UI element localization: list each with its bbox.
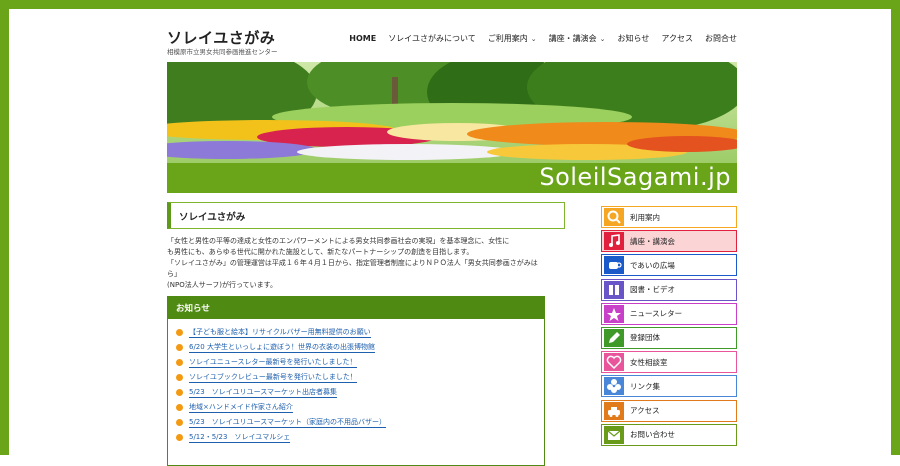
bullet-icon [176,329,183,336]
hero-banner: SoleilSagami.jp [167,62,737,193]
bullet-icon [176,344,183,351]
side-menu-label: 講座・講演会 [630,236,675,246]
flower-icon [604,377,624,396]
site-container: ソレイユさがみ 相模原市立男女共同参画推進センター HOME ソレイユさがみについ… [167,0,737,466]
news-link[interactable]: 6/20 大学生といっしょに遊ぼう！世界の衣装の出張博物館 [189,343,375,353]
nav-item[interactable]: お問合せ [705,33,737,44]
side-menu-item[interactable]: 図書・ビデオ [601,278,737,301]
news-box: お知らせ 【子ども服と絵本】リサイクルバザー用無料提供のお願い 6/20 大学生と… [167,296,545,466]
news-item: ソレイユニュースレター最新号を発行いたしました！ [176,355,544,370]
bullet-icon [176,434,183,441]
bullet-icon [176,389,183,396]
chevron-down-icon: ⌄ [530,34,537,43]
star-icon [604,304,624,323]
mail-icon [604,425,624,444]
news-list: 【子ども服と絵本】リサイクルバザー用無料提供のお願い 6/20 大学生といっしょに… [168,325,544,445]
nav-item-label: ソレイユさがみについて [388,34,476,43]
site-subtitle: 相模原市立男女共同参画推進センター [167,48,278,56]
news-link[interactable]: 地域×ハンドメイド作家さん紹介 [189,403,293,413]
bullet-icon [176,359,183,366]
car-icon [604,401,624,420]
coffee-cup-icon [604,256,624,275]
side-menu-label: 女性相談室 [630,357,668,367]
nav-item[interactable]: 講座・講演会 ⌄ [549,33,606,44]
side-menu-item[interactable]: であいの広場 [601,254,737,277]
library-icon [604,280,624,299]
news-item: 【子ども服と絵本】リサイクルバザー用無料提供のお願い [176,325,544,340]
nav-item-label: ご利用案内 [487,34,528,43]
news-item: 5/12・5/23 ソレイユマルシェ [176,430,544,445]
search-icon [604,208,624,226]
music-note-icon [604,232,624,251]
side-menu-item[interactable]: 利用案内 [601,206,737,228]
nav-item-label: HOME [349,34,377,43]
news-item: 6/20 大学生といっしょに遊ぼう！世界の衣装の出張博物館 [176,340,544,355]
site-title[interactable]: ソレイユさがみ [167,27,275,48]
side-menu-item[interactable]: アクセス [601,399,737,422]
side-menu-item[interactable]: リンク集 [601,375,737,398]
news-link[interactable]: 5/23 ソレイユリユースマーケット出店者募集 [189,388,338,398]
side-menu-item[interactable]: ニュースレター [601,302,737,325]
side-menu: 利用案内講座・講演会 であいの広場 図書・ビデオ ニュースレター 登録団体女性相談室リン… [601,206,737,448]
intro-text: 「女性と男性の平等の達成と女性のエンパワーメントによる男女共同参画社会の実現」を… [167,236,547,291]
news-link[interactable]: 5/12・5/23 ソレイユマルシェ [189,433,291,443]
page-title: ソレイユさがみ [167,202,565,229]
bullet-icon [176,404,183,411]
side-menu-label: 利用案内 [630,212,660,222]
news-item: 地域×ハンドメイド作家さん紹介 [176,400,544,415]
side-menu-item[interactable]: 講座・講演会 [601,230,737,253]
nav-item[interactable]: お知らせ [618,33,650,44]
news-link[interactable]: ソレイユブックレビュー最新号を発行いたしました！ [189,373,357,383]
nav-item[interactable]: ご利用案内 ⌄ [488,33,537,44]
side-menu-item[interactable]: お問い合わせ [601,423,737,446]
nav-item[interactable]: ソレイユさがみについて [388,33,476,44]
news-link[interactable]: ソレイユニュースレター最新号を発行いたしました！ [189,358,357,368]
nav-item[interactable]: HOME [349,33,376,44]
bullet-icon [176,419,183,426]
intro-line: 「ソレイユさがみ」の管理運営は平成１６年４月１日から、指定管理者制度によりＮＰＯ… [167,259,538,278]
pencil-icon [604,328,624,347]
nav-item-label: お問合せ [705,34,737,43]
hero-brand-text: SoleilSagami.jp [539,163,731,191]
main-content: ソレイユさがみ 「女性と男性の平等の達成と女性のエンパワーメントによる男女共同参… [167,202,565,466]
side-menu-item[interactable]: 女性相談室 [601,351,737,374]
nav-item[interactable]: アクセス [661,33,693,44]
heart-icon [604,353,624,372]
nav-item-label: 講座・講演会 [548,34,597,43]
side-menu-label: 図書・ビデオ [630,285,675,295]
news-link[interactable]: 5/23 ソレイユリユースマーケット（家庭内の不用品バザー） [189,418,387,428]
intro-line: も男性にも、あらゆる世代に開かれた施設として、新たなパートナーシップの創造を目指… [167,248,474,256]
nav-item-label: お知らせ [617,34,650,43]
news-title: お知らせ [168,297,544,319]
news-item: 5/23 ソレイユリユースマーケット（家庭内の不用品バザー） [176,415,544,430]
chevron-down-icon: ⌄ [599,34,606,43]
side-menu-label: 登録団体 [630,333,660,343]
news-link[interactable]: 【子ども服と絵本】リサイクルバザー用無料提供のお願い [189,328,371,338]
side-menu-label: アクセス [630,406,660,415]
bullet-icon [176,374,183,381]
main-nav: HOME ソレイユさがみについて ご利用案内 ⌄ 講座・講演会 ⌄ お知らせ アクセス お問合せ [337,33,737,44]
intro-line: (NPO法人サーフ)が行っています。 [167,281,277,289]
intro-line: 「女性と男性の平等の達成と女性のエンパワーメントによる男女共同参画社会の実現」を… [167,237,510,245]
news-item: 5/23 ソレイユリユースマーケット出店者募集 [176,385,544,400]
news-item: ソレイユブックレビュー最新号を発行いたしました！ [176,370,544,385]
side-menu-label: お問い合わせ [630,430,675,440]
side-menu-item[interactable]: 登録団体 [601,326,737,349]
nav-item-label: アクセス [661,34,693,43]
side-menu-label: ニュースレター [630,309,683,319]
side-menu-label: であいの広場 [630,260,675,270]
side-menu-label: リンク集 [630,381,660,391]
